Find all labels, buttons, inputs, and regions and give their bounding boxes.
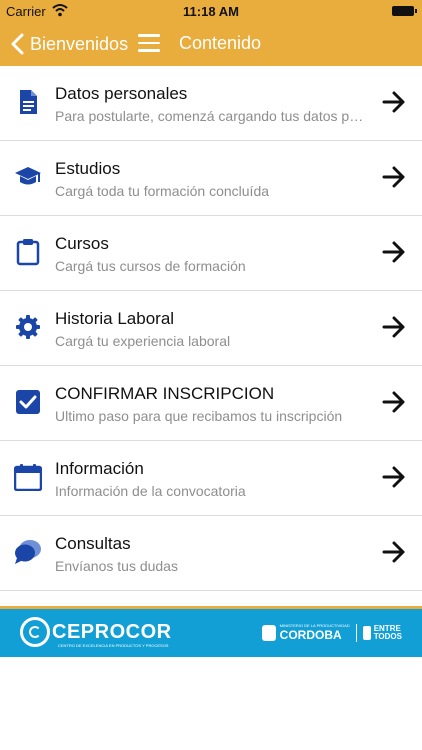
arrow-right-icon: [382, 466, 405, 488]
item-title: Información: [55, 459, 144, 478]
navigation-bar: Bienvenidos Contenido: [0, 22, 422, 66]
item-title: Historia Laboral: [55, 309, 175, 328]
item-title: CONFIRMAR INSCRIPCION: [55, 384, 275, 403]
item-subtitle: Ultimo paso para que recibamos tu inscri…: [55, 408, 343, 424]
arrow-right-icon: [382, 166, 405, 188]
item-title: Estudios: [55, 159, 121, 178]
ceprocor-ring-icon: [20, 617, 50, 647]
battery-icon: [392, 6, 417, 16]
status-time: 11:18 AM: [183, 4, 239, 19]
cordoba-logo: MINISTERIO DE LA PRODUCTIVIDAD CORDOBA E…: [261, 623, 402, 642]
gear-icon: [16, 315, 40, 339]
item-title: Datos personales: [55, 84, 188, 103]
clipboard-icon: [16, 239, 40, 266]
calendar-icon: [14, 464, 42, 491]
list-item-consultas[interactable]: Consultas Envíanos tus dudas: [0, 516, 422, 591]
item-title: Cursos: [55, 234, 109, 253]
back-label: Bienvenidos: [30, 33, 129, 54]
item-subtitle: Información de la convocatoria: [55, 483, 246, 499]
logo-separator: [355, 623, 357, 642]
arrow-right-icon: [382, 541, 405, 563]
graduation-cap-icon: [15, 167, 41, 185]
chevron-left-icon: [11, 33, 24, 55]
todos-label: TODOS: [373, 631, 402, 641]
ceprocor-logo-text: CEPROCOR: [52, 620, 172, 643]
back-button[interactable]: Bienvenidos: [8, 32, 128, 56]
arrow-right-icon: [382, 91, 405, 113]
footer-banner: CEPROCOR CENTRO DE EXCELENCIA EN PRODUCT…: [0, 609, 422, 657]
entre-todos-mark-icon: [362, 625, 371, 640]
arrow-right-icon: [382, 316, 405, 338]
item-subtitle: Para postularte, comenzá cargando tus da…: [55, 108, 367, 124]
list-item-historia-laboral[interactable]: Historia Laboral Cargá tu experiencia la…: [0, 291, 422, 366]
arrow-right-icon: [382, 391, 405, 413]
ceprocor-logo-subtext: CENTRO DE EXCELENCIA EN PRODUCTOS Y PROC…: [58, 643, 169, 648]
list-item-estudios[interactable]: Estudios Cargá toda tu formación concluí…: [0, 141, 422, 216]
cordoba-logo-text: CORDOBA: [279, 628, 342, 642]
hamburger-menu-icon[interactable]: [138, 34, 160, 54]
page-title: Contenido: [179, 33, 262, 53]
checkbox-icon: [16, 390, 40, 414]
status-bar: Carrier 11:18 AM: [0, 0, 422, 22]
item-title: Consultas: [55, 534, 131, 553]
list-item-cursos[interactable]: Cursos Cargá tus cursos de formación: [0, 216, 422, 291]
list-item-confirmar-inscripcion[interactable]: CONFIRMAR INSCRIPCION Ultimo paso para q…: [0, 366, 422, 441]
item-subtitle: Cargá tu experiencia laboral: [55, 333, 231, 349]
item-subtitle: Cargá tus cursos de formación: [55, 258, 246, 274]
arrow-right-icon: [382, 241, 405, 263]
item-subtitle: Envíanos tus dudas: [55, 558, 178, 574]
chat-bubble-icon: [15, 540, 41, 564]
item-subtitle: Cargá toda tu formación concluída: [55, 183, 270, 199]
ceprocor-logo: CEPROCOR CENTRO DE EXCELENCIA EN PRODUCT…: [20, 617, 172, 648]
document-icon: [20, 90, 37, 114]
list-item-datos-personales[interactable]: Datos personales Para postularte, comenz…: [0, 66, 422, 141]
content-list: Datos personales Para postularte, comenz…: [0, 66, 422, 591]
cordoba-seal-icon: [261, 624, 276, 641]
list-item-informacion[interactable]: Información Información de la convocator…: [0, 441, 422, 516]
